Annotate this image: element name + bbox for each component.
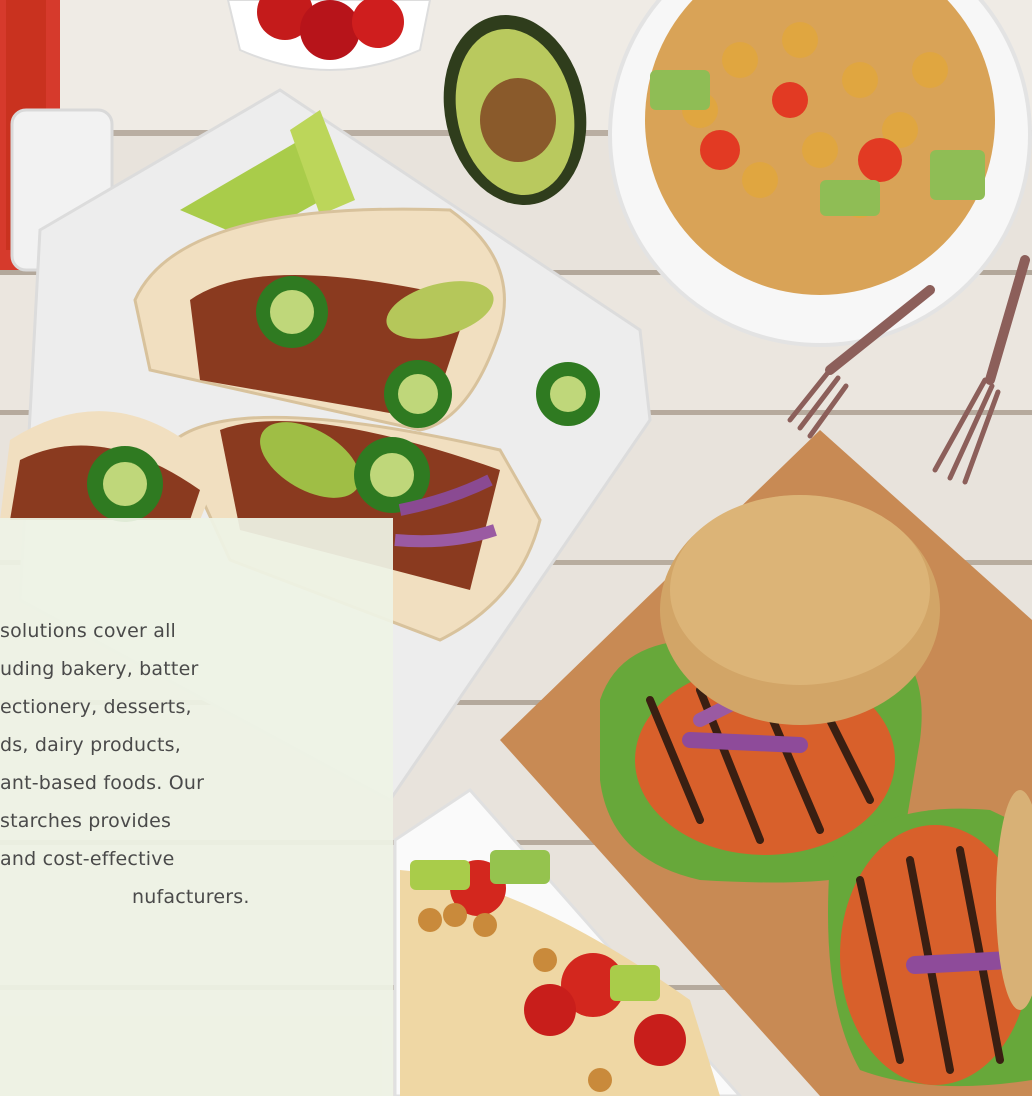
- description-line: ectionery, desserts,: [0, 696, 192, 718]
- description-line: uding bakery, batter: [0, 658, 199, 680]
- description-line: nufacturers.: [132, 886, 250, 908]
- description-line: starches provides: [0, 810, 172, 832]
- description-text: solutions cover all uding bakery, batter…: [0, 612, 250, 916]
- description-line: and cost-effective: [0, 848, 175, 870]
- description-line: ant-based foods. Our: [0, 772, 205, 794]
- description-line: ds, dairy products,: [0, 734, 181, 756]
- description-line: solutions cover all: [0, 620, 177, 642]
